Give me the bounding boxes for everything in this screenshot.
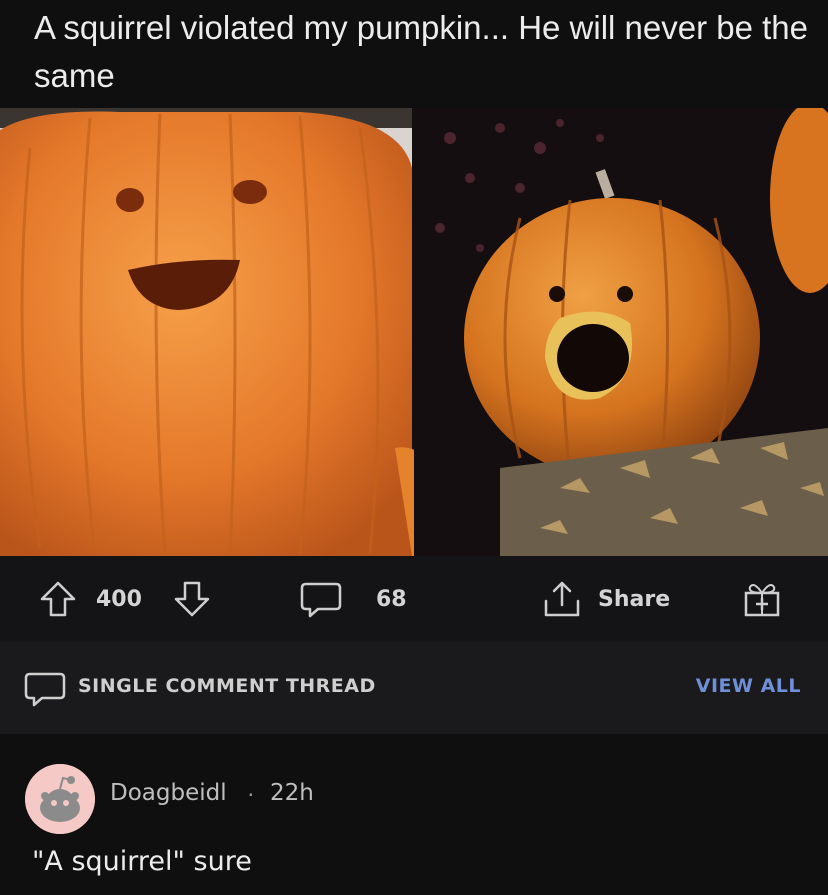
reddit-avatar-icon bbox=[25, 764, 95, 834]
meta-separator: · bbox=[247, 780, 255, 806]
upvote-arrow-icon bbox=[40, 581, 76, 617]
comment-count: 68 bbox=[376, 586, 407, 612]
post-image[interactable] bbox=[0, 108, 828, 556]
award-gift-icon bbox=[744, 584, 780, 617]
comment-bubble-icon bbox=[300, 582, 342, 618]
comment-username[interactable]: Doagbeidl bbox=[110, 780, 227, 806]
downvote-button[interactable] bbox=[172, 556, 212, 642]
single-thread-bar: SINGLE COMMENT THREAD VIEW ALL bbox=[0, 642, 828, 734]
speech-bubble-icon bbox=[24, 670, 66, 713]
vote-score: 400 bbox=[96, 586, 142, 612]
pumpkin-photos bbox=[0, 108, 828, 556]
upvote-button[interactable] bbox=[38, 556, 78, 642]
share-icon bbox=[544, 581, 580, 617]
view-all-link[interactable]: VIEW ALL bbox=[696, 675, 801, 697]
avatar[interactable] bbox=[25, 764, 95, 834]
downvote-arrow-icon bbox=[174, 581, 210, 617]
comment: Doagbeidl · 22h "A squirrel" sure bbox=[0, 734, 828, 895]
post-title[interactable]: A squirrel violated my pumpkin... He wil… bbox=[34, 4, 814, 100]
post-actions-bar: 400 68 Share bbox=[0, 556, 828, 642]
share-label[interactable]: Share bbox=[598, 556, 670, 642]
comment-timestamp: 22h bbox=[270, 780, 314, 806]
award-button[interactable] bbox=[740, 556, 784, 642]
comments-button[interactable] bbox=[300, 556, 342, 642]
thread-label: SINGLE COMMENT THREAD bbox=[78, 675, 376, 697]
comment-body: "A squirrel" sure bbox=[32, 846, 252, 877]
share-button[interactable] bbox=[540, 556, 584, 642]
